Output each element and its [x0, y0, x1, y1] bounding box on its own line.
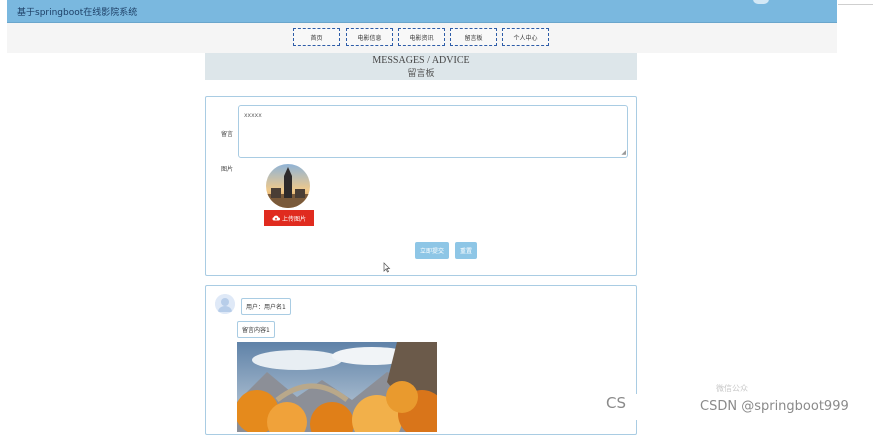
watermark-right: CSDN @springboot999	[700, 399, 849, 414]
resize-grip-icon[interactable]: ◢	[621, 149, 626, 156]
mouse-cursor-icon	[383, 262, 391, 273]
nav-item-personal-center[interactable]: 个人中心	[502, 28, 549, 46]
nav-item-movie-news[interactable]: 电影资讯	[398, 28, 445, 46]
page-title-en: MESSAGES / ADVICE	[372, 55, 470, 66]
comment-image	[237, 342, 437, 432]
submit-button[interactable]: 立即提交	[415, 242, 449, 259]
upload-image-button[interactable]: 上传图片	[264, 210, 314, 226]
app-header: 基于springboot在线影院系统	[7, 0, 837, 23]
watermark-bar	[635, 394, 637, 420]
main-nav: 首页 电影信息 电影资讯 留言板 个人中心	[7, 23, 837, 53]
bridge-landscape-icon	[237, 342, 437, 432]
message-label: 留言	[221, 131, 234, 138]
app-title: 基于springboot在线影院系统	[17, 8, 138, 18]
nav-item-message-board[interactable]: 留言板	[450, 28, 497, 46]
nav-item-home[interactable]: 首页	[293, 28, 340, 46]
watermark-faint: 微信公众	[716, 384, 748, 393]
tower-photo-icon	[266, 164, 310, 208]
message-value: xxxxx	[244, 112, 262, 119]
watermark-left: CS	[606, 394, 626, 412]
uploaded-image-preview	[266, 164, 310, 208]
comment-card: 用户：用户名1 留言内容1	[205, 285, 637, 435]
image-label: 图片	[221, 166, 234, 173]
page-title: MESSAGES / ADVICE 留言板	[205, 53, 637, 80]
message-form: 留言 xxxxx ◢ 图片 上传图片 立即提交 重置	[205, 96, 637, 276]
divider	[838, 4, 873, 5]
reset-button[interactable]: 重置	[455, 242, 477, 259]
user-avatar-icon	[215, 294, 235, 314]
comment-content: 留言内容1	[237, 321, 275, 338]
header-user-avatar-icon[interactable]	[753, 0, 769, 4]
page-title-cn: 留言板	[407, 68, 435, 78]
cloud-upload-icon	[272, 215, 280, 221]
nav-item-movie-info[interactable]: 电影信息	[346, 28, 393, 46]
message-textarea[interactable]: xxxxx ◢	[238, 105, 628, 158]
upload-button-label: 上传图片	[281, 215, 306, 223]
comment-user: 用户：用户名1	[241, 298, 291, 315]
